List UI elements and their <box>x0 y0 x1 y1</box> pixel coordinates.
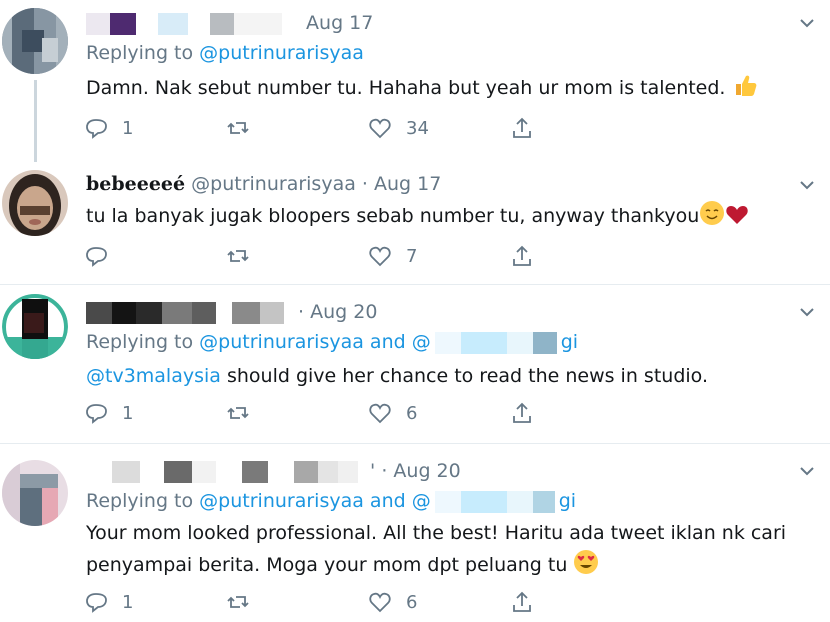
reply-count: 1 <box>122 402 134 424</box>
share-button[interactable] <box>510 114 534 142</box>
mention-link[interactable]: @putrinurarisyaa <box>199 490 364 512</box>
retweet-button[interactable] <box>226 399 250 427</box>
tweet-header: Aug 17 <box>86 12 373 36</box>
smiling-face-icon <box>700 201 725 225</box>
tweet-text: Damn. Nak sebut number tu. Hahaha but ye… <box>86 72 806 104</box>
tweet-actions: 1 34 <box>84 114 544 142</box>
reply-icon <box>86 404 107 424</box>
mention-link[interactable]: @putrinurarisyaa <box>199 42 364 64</box>
share-icon <box>513 402 531 423</box>
tweet-3[interactable]: · Aug 20 Replying to @putrinurarisyaa an… <box>0 285 830 443</box>
heart-eyes-icon <box>574 550 599 574</box>
like-count: 7 <box>406 245 418 267</box>
heart-icon <box>369 118 391 139</box>
mention-link-redacted[interactable]: @ gi <box>412 490 576 513</box>
chevron-down-icon[interactable] <box>798 176 816 194</box>
reply-count: 1 <box>122 591 134 613</box>
tweet-date[interactable]: Aug 20 <box>393 460 460 482</box>
like-count: 6 <box>406 591 418 613</box>
tweet-1[interactable]: Aug 17 Replying to @putrinurarisyaa Damn… <box>0 0 830 162</box>
redacted-name <box>86 301 112 324</box>
tweet-actions: 1 6 <box>84 588 544 616</box>
like-count: 6 <box>406 402 418 424</box>
share-button[interactable] <box>510 242 534 270</box>
reply-button[interactable]: 1 <box>84 588 133 616</box>
tweet-header: bebeeeeé @putrinurarisyaa · Aug 17 <box>86 173 442 195</box>
heart-icon <box>369 403 391 424</box>
redacted-name <box>86 460 112 483</box>
tweet-actions: 7 <box>84 242 544 270</box>
tweet-header: · Aug 20 <box>86 301 377 325</box>
avatar[interactable] <box>2 293 68 359</box>
tweet-text: Your mom looked professional. All the be… <box>86 522 787 576</box>
user-handle[interactable]: @putrinurarisyaa <box>191 173 356 195</box>
chevron-down-icon[interactable] <box>798 14 816 32</box>
like-button[interactable]: 6 <box>368 588 417 616</box>
tweet-date[interactable]: Aug 17 <box>374 173 441 195</box>
tweet-header: ' · Aug 20 <box>86 460 461 484</box>
share-button[interactable] <box>510 588 534 616</box>
mention-link[interactable]: @putrinurarisyaa <box>199 331 364 353</box>
tweet-date[interactable]: Aug 17 <box>306 12 373 34</box>
like-button[interactable]: 34 <box>368 114 429 142</box>
avatar[interactable] <box>2 8 68 74</box>
reply-button[interactable]: 1 <box>84 399 133 427</box>
share-button[interactable] <box>510 399 534 427</box>
replying-to: Replying to @putrinurarisyaa and @ gi <box>86 490 577 513</box>
avatar[interactable] <box>2 460 68 526</box>
chevron-down-icon[interactable] <box>798 462 816 480</box>
mention-link[interactable]: @tv3malaysia <box>86 365 221 387</box>
share-icon <box>513 117 531 138</box>
share-icon <box>513 591 531 612</box>
retweet-button[interactable] <box>226 588 250 616</box>
like-button[interactable]: 6 <box>368 399 417 427</box>
redacted-name <box>86 12 110 35</box>
heart-icon <box>369 592 391 613</box>
tweet-4[interactable]: ' · Aug 20 Replying to @putrinurarisyaa … <box>0 444 830 622</box>
like-button[interactable]: 7 <box>368 242 417 270</box>
like-count: 34 <box>406 117 429 139</box>
reply-icon <box>86 593 107 613</box>
replying-to: Replying to @putrinurarisyaa <box>86 42 364 64</box>
share-icon <box>513 245 531 266</box>
retweet-button[interactable] <box>226 114 250 142</box>
reply-icon <box>86 247 107 267</box>
reply-button[interactable] <box>84 242 122 270</box>
reply-count: 1 <box>122 117 134 139</box>
retweet-icon <box>227 596 249 608</box>
retweet-icon <box>227 122 249 134</box>
chevron-down-icon[interactable] <box>798 303 816 321</box>
retweet-button[interactable] <box>226 242 250 270</box>
retweet-icon <box>227 250 249 262</box>
retweet-icon <box>227 407 249 419</box>
mention-link-redacted[interactable]: @ gi <box>412 331 578 354</box>
avatar[interactable] <box>2 170 68 236</box>
replying-to: Replying to @putrinurarisyaa and @ gi <box>86 331 579 354</box>
thread-line <box>34 80 37 162</box>
tweet-text: tu la banyak jugak bloopers sebab number… <box>86 200 806 232</box>
display-name[interactable]: bebeeeeé <box>86 173 185 195</box>
heart-icon <box>369 246 391 267</box>
reply-button[interactable]: 1 <box>84 114 133 142</box>
tweet-2[interactable]: bebeeeeé @putrinurarisyaa · Aug 17 tu la… <box>0 160 830 284</box>
tweet-actions: 1 6 <box>84 399 544 427</box>
tweet-text: @tv3malaysia should give her chance to r… <box>86 365 708 387</box>
red-heart-icon <box>726 206 748 224</box>
reply-icon <box>86 119 107 139</box>
tweet-date[interactable]: Aug 20 <box>310 301 377 323</box>
thumbs-up-icon <box>735 75 756 96</box>
